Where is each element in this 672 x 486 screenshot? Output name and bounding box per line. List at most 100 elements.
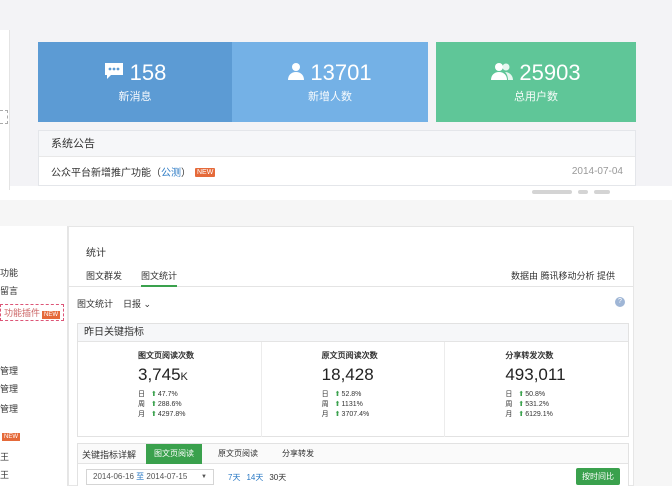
sub-header: 图文统计 日报 ⌄	[77, 297, 151, 310]
left-edge	[0, 30, 10, 190]
metric-name: 分享转发次数	[505, 351, 554, 360]
tab-article-stats[interactable]: 图文统计	[141, 269, 178, 287]
date-separator: 至	[136, 472, 145, 481]
sidebar-item-plugins[interactable]: 功能插件 NEW	[0, 304, 65, 321]
metric-week: 531.2%	[525, 401, 549, 408]
sidebar-item[interactable]: 管理	[0, 382, 18, 395]
sidebar: 功能 留言 功能插件 NEW 管理 管理 管理 NEW 王 王	[0, 226, 68, 486]
date-range-picker[interactable]: 2014-06-16 至 2014-07-15 ▼	[86, 469, 214, 485]
notice-item[interactable]: 公众平台新增推广功能（公测） NEW 2014-07-04	[39, 157, 635, 185]
metric-value: 18,428	[321, 365, 374, 384]
metric-column: 原文页阅读次数 18,428 日 ⬆52.8% 周 ⬆1131% 月 ⬆3707.4%	[262, 342, 446, 437]
row-label-month: 月	[321, 411, 329, 418]
user-icon	[288, 62, 305, 85]
report-type-dropdown[interactable]: 日报 ⌄	[123, 297, 151, 310]
detail-title: 关键指标详解	[82, 450, 137, 460]
date-from: 2014-06-16	[93, 472, 134, 481]
up-arrow-icon: ⬆	[518, 391, 525, 398]
message-icon	[104, 62, 124, 85]
sidebar-item[interactable]: 王	[0, 450, 9, 463]
compare-button[interactable]: 按时间比	[576, 468, 620, 485]
sub-label: 图文统计	[77, 299, 114, 309]
stats-row: 158 新消息 13701 新增人数 25903 总用户数	[38, 42, 636, 122]
sidebar-item[interactable]: 功能	[0, 266, 18, 279]
up-arrow-icon: ⬆	[151, 401, 157, 408]
metric-day: 50.8%	[525, 391, 546, 398]
metric-name: 图文页阅读次数	[138, 351, 194, 360]
new-badge: NEW	[2, 433, 20, 441]
up-arrow-icon: ⬆	[518, 401, 525, 408]
metric-week: 288.6%	[157, 401, 182, 408]
detail-tab-bar: 关键指标详解 图文页阅读 原文页阅读 分享转发	[78, 444, 628, 464]
stat-total-users[interactable]: 25903 总用户数	[436, 42, 636, 122]
row-label-week: 周	[138, 401, 145, 408]
key-metrics-panel: 昨日关键指标 图文页阅读次数 3,745K 日 ⬆47.7% 周 ⬆288.6% 月…	[77, 323, 629, 437]
range-30-days[interactable]: 30天	[269, 472, 286, 483]
tab-bar: 图文群发 图文统计 数据由 腾讯移动分析 提供	[69, 265, 633, 287]
stat-label: 新消息	[118, 91, 152, 103]
data-source-text: 数据由 腾讯移动分析 提供	[510, 271, 615, 281]
metric-month: 4297.8%	[157, 411, 186, 418]
metric-day: 52.8%	[341, 391, 362, 398]
notice-text-close: ）	[181, 167, 191, 179]
help-icon[interactable]: ?	[615, 297, 625, 307]
blurred-footer	[532, 190, 610, 196]
stat-new-messages[interactable]: 158 新消息	[38, 42, 232, 122]
metric-detail-panel: 关键指标详解 图文页阅读 原文页阅读 分享转发 2014-06-16 至 201…	[77, 443, 629, 486]
quick-range: 7天 14天 30天	[228, 472, 286, 483]
metric-month: 6129.1%	[525, 411, 553, 418]
sidebar-item-label: 功能插件	[4, 308, 41, 318]
metric-name: 原文页阅读次数	[321, 351, 378, 360]
sidebar-item[interactable]: 管理	[0, 364, 18, 377]
range-7-days[interactable]: 7天	[228, 472, 240, 483]
metric-value: 3,745	[138, 365, 181, 384]
caret-down-icon: ▼	[201, 474, 207, 480]
sidebar-item[interactable]: 管理	[0, 402, 18, 415]
tab-mass-send[interactable]: 图文群发	[86, 269, 122, 287]
sidebar-item-badge[interactable]: NEW	[0, 430, 20, 441]
stat-value: 25903	[519, 60, 581, 85]
notice-link[interactable]: 公测	[161, 168, 181, 179]
metric-column: 图文页阅读次数 3,745K 日 ⬆47.7% 周 ⬆288.6% 月 ⬆4297.8…	[78, 342, 262, 437]
metric-value: 493,011	[505, 365, 566, 384]
range-14-days[interactable]: 14天	[246, 472, 263, 483]
new-badge: NEW	[42, 311, 61, 319]
row-label-week: 周	[505, 401, 513, 408]
up-arrow-icon: ⬆	[334, 391, 341, 398]
row-label-week: 周	[321, 401, 329, 408]
system-notice: 系统公告 公众平台新增推广功能（公测） NEW 2014-07-04	[38, 130, 636, 186]
row-label-day: 日	[505, 391, 513, 398]
row-label-day: 日	[321, 391, 329, 398]
page-title: 统计	[86, 248, 106, 259]
dashboard-panel: 158 新消息 13701 新增人数 25903 总用户数 系统公告 公众平台新…	[0, 0, 672, 190]
tab-shares[interactable]: 分享转发	[274, 444, 322, 464]
metric-unit: K	[180, 371, 188, 383]
sidebar-item[interactable]: 留言	[0, 284, 18, 297]
metric-month: 3707.4%	[341, 411, 370, 418]
stat-value: 13701	[310, 60, 372, 85]
tab-original-reads[interactable]: 原文页阅读	[210, 444, 266, 464]
stat-new-users[interactable]: 13701 新增人数	[232, 42, 428, 122]
notice-date: 2014-07-04	[571, 165, 623, 177]
stat-gap	[428, 42, 436, 122]
up-arrow-icon: ⬆	[334, 401, 341, 408]
up-arrow-icon: ⬆	[334, 411, 341, 418]
metric-day: 47.7%	[157, 391, 178, 398]
stats-panel: 功能 留言 功能插件 NEW 管理 管理 管理 NEW 王 王 统计 图文群发 图…	[0, 200, 672, 486]
stat-label: 新增人数	[308, 91, 352, 103]
up-arrow-icon: ⬆	[151, 411, 157, 418]
sidebar-item[interactable]: 王	[0, 468, 9, 481]
notice-text: 公众平台新增推广功能（	[51, 167, 161, 179]
tab-article-reads[interactable]: 图文页阅读	[146, 444, 202, 464]
row-label-month: 月	[505, 411, 513, 418]
main-content: 统计 图文群发 图文统计 数据由 腾讯移动分析 提供 图文统计 日报 ⌄ ? 昨…	[68, 226, 634, 486]
up-arrow-icon: ⬆	[151, 391, 157, 398]
stat-label: 总用户数	[514, 91, 558, 103]
row-label-month: 月	[138, 411, 145, 418]
new-badge: NEW	[195, 168, 216, 178]
row-label-day: 日	[138, 391, 145, 398]
key-metrics-title: 昨日关键指标	[78, 324, 628, 342]
date-to: 2014-07-15	[146, 472, 188, 481]
up-arrow-icon: ⬆	[518, 411, 525, 418]
stat-value: 158	[129, 60, 167, 85]
